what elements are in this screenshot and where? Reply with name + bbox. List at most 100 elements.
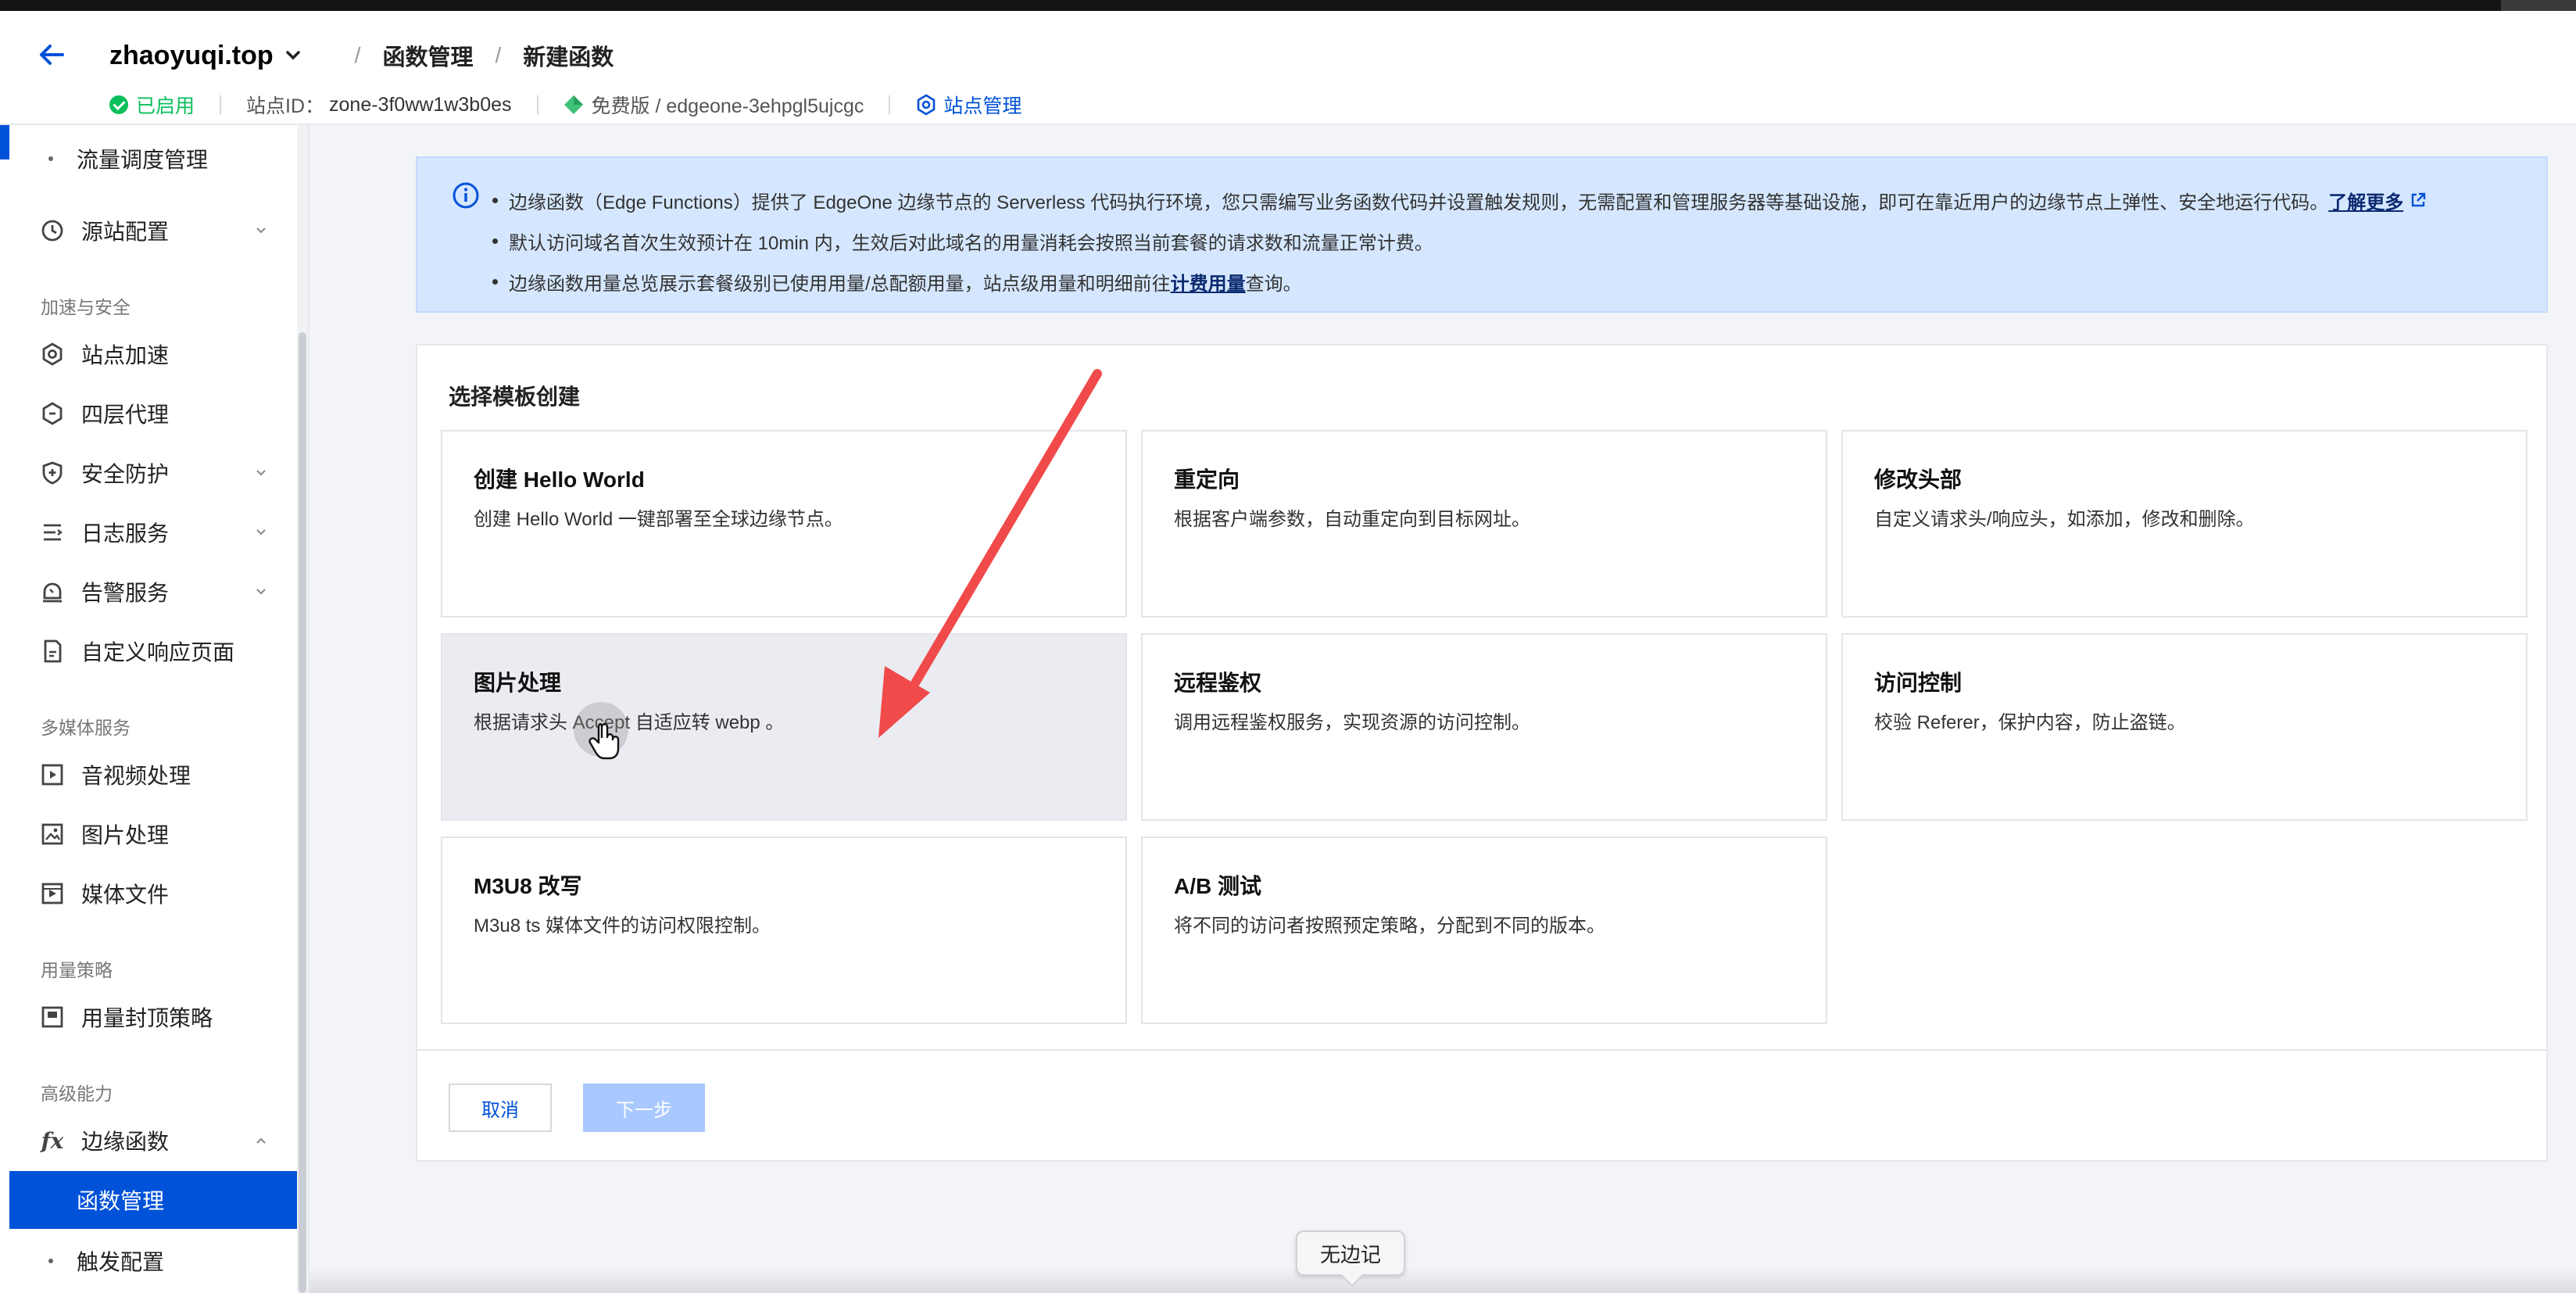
external-link-icon[interactable] xyxy=(2410,192,2427,209)
sidebar-item-usage-cap-policy[interactable]: 用量封顶策略 xyxy=(9,990,299,1044)
meta-divider xyxy=(220,95,222,114)
bullet-icon xyxy=(48,1259,53,1263)
sidebar-group-acceleration-security: 加速与安全 xyxy=(41,297,131,317)
sidebar-item-label: 日志服务 xyxy=(81,521,170,546)
footer-divider xyxy=(417,1049,2546,1051)
info-text: 默认访问域名首次生效预计在 10min 内，生效后对此域名的用量消耗会按照当前套… xyxy=(509,232,1433,254)
page-header: zhaoyuqi.top / 函数管理 / 新建函数 已启用 站点ID： zon… xyxy=(0,11,2576,125)
breadcrumb-separator: / xyxy=(354,43,361,67)
plan-diamond-icon xyxy=(564,95,583,114)
sidebar-group-usage-policy: 用量策略 xyxy=(41,960,113,980)
sidebar-item-function-manage[interactable]: 函数管理 xyxy=(9,1171,299,1229)
template-card-redirect[interactable]: 重定向 根据客户端参数，自动重定向到目标网址。 xyxy=(1141,430,1827,618)
sidebar-item-label: 函数管理 xyxy=(77,1189,165,1213)
template-title: 创建 Hello World xyxy=(474,467,645,492)
billing-usage-link[interactable]: 计费用量 xyxy=(1171,268,1246,295)
meta-divider xyxy=(889,95,891,114)
site-id-value: zone-3f0ww1w3b0es xyxy=(329,93,512,116)
status-badge: 已启用 xyxy=(109,91,195,119)
info-text: 查询。 xyxy=(1245,273,1302,295)
template-title: 重定向 xyxy=(1174,467,1240,492)
plan-text: 免费版 / edgeone-3ehpgl5ujcgc xyxy=(591,95,864,117)
chevron-up-icon xyxy=(256,1137,266,1144)
template-title: 图片处理 xyxy=(474,671,562,695)
breadcrumb-new-function: 新建函数 xyxy=(523,45,614,70)
learn-more-link[interactable]: 了解更多 xyxy=(2328,187,2403,214)
sidebar-item-av-processing[interactable]: 音视频处理 xyxy=(9,747,299,802)
breadcrumb: zhaoyuqi.top / 函数管理 / 新建函数 xyxy=(109,28,614,83)
template-desc: 自定义请求头/响应头，如添加，修改和删除。 xyxy=(1874,509,2255,530)
info-line: 边缘函数用量总览展示套餐级别已使用用量/总配额用量，站点级用量和明细前往 计费用… xyxy=(492,261,2427,302)
site-meta: 已启用 站点ID： zone-3f0ww1w3b0es 免费版 / edgeon… xyxy=(109,83,1021,127)
function-icon: fx xyxy=(39,1127,66,1154)
sidebar-item-label: 触发配置 xyxy=(77,1250,165,1274)
bullet-icon xyxy=(48,156,53,161)
sidebar-item-log-service[interactable]: 日志服务 xyxy=(9,505,299,560)
sidebar-item-edge-functions[interactable]: fx 边缘函数 xyxy=(9,1113,299,1168)
bullet-icon xyxy=(492,238,498,244)
bullet-icon xyxy=(492,278,498,285)
info-text: 边缘函数用量总览展示套餐级别已使用用量/总配额用量，站点级用量和明细前往 xyxy=(509,273,1171,295)
cancel-button[interactable]: 取消 xyxy=(449,1083,552,1132)
site-id-label: 站点ID： xyxy=(246,95,325,117)
chevron-down-icon xyxy=(256,470,266,476)
sidebar-item-trigger-config[interactable]: 触发配置 xyxy=(9,1234,299,1288)
media-file-icon xyxy=(39,880,66,907)
sidebar-item-media-files[interactable]: 媒体文件 xyxy=(9,866,299,921)
template-desc: 将不同的访问者按照预定策略，分配到不同的版本。 xyxy=(1174,915,1605,937)
sidebar-item-security[interactable]: 安全防护 xyxy=(9,446,299,500)
sidebar-item-label: 边缘函数 xyxy=(81,1130,170,1154)
gear-icon xyxy=(918,94,936,116)
back-arrow-icon[interactable] xyxy=(36,39,67,70)
sidebar-item-label: 站点加速 xyxy=(81,343,170,367)
acceleration-icon xyxy=(39,341,66,367)
sidebar-item-site-acceleration[interactable]: 站点加速 xyxy=(9,327,299,381)
meta-divider xyxy=(536,95,538,114)
template-title: 远程鉴权 xyxy=(1174,671,1262,695)
chevron-down-icon[interactable] xyxy=(284,47,302,64)
next-step-button[interactable]: 下一步 xyxy=(583,1083,705,1132)
proxy-shield-icon xyxy=(39,400,66,427)
sidebar-item-label: 四层代理 xyxy=(81,403,170,427)
template-card-remote-auth[interactable]: 远程鉴权 调用远程鉴权服务，实现资源的访问控制。 xyxy=(1141,633,1827,821)
template-desc: 根据请求头 Accept 自适应转 webp 。 xyxy=(474,712,785,733)
template-card-hello-world[interactable]: 创建 Hello World 创建 Hello World 一键部署至全球边缘节… xyxy=(441,430,1127,618)
check-circle-icon xyxy=(109,95,128,114)
template-desc: 根据客户端参数，自动重定向到目标网址。 xyxy=(1174,509,1530,530)
sidebar-item-custom-response[interactable]: 自定义响应页面 xyxy=(9,624,299,679)
sidebar-item-label: 用量封顶策略 xyxy=(81,1006,213,1030)
template-card-modify-headers[interactable]: 修改头部 自定义请求头/响应头，如添加，修改和删除。 xyxy=(1841,430,2528,618)
template-card-access-control[interactable]: 访问控制 校验 Referer，保护内容，防止盗链。 xyxy=(1841,633,2528,821)
site-manage-link[interactable]: 站点管理 xyxy=(915,91,1021,119)
template-card-ab-test[interactable]: A/B 测试 将不同的访问者按照预定策略，分配到不同的版本。 xyxy=(1141,836,1827,1024)
shield-icon xyxy=(39,460,66,486)
chevron-down-icon xyxy=(256,589,266,595)
sidebar-scrollbar-thumb[interactable] xyxy=(299,332,306,1293)
template-desc: 校验 Referer，保护内容，防止盗链。 xyxy=(1874,712,2186,733)
sidebar-item-label: 媒体文件 xyxy=(81,883,170,907)
sidebar-item-traffic-scheduling[interactable]: 流量调度管理 xyxy=(9,131,299,186)
template-card-m3u8-rewrite[interactable]: M3U8 改写 M3u8 ts 媒体文件的访问权限控制。 xyxy=(441,836,1127,1024)
sidebar-group-multimedia: 多媒体服务 xyxy=(41,718,131,738)
history-icon xyxy=(39,217,66,244)
sidebar-edge-marker xyxy=(0,125,9,159)
sidebar-item-image-processing[interactable]: 图片处理 xyxy=(9,807,299,861)
sidebar-item-label: 流量调度管理 xyxy=(77,148,209,172)
bottom-edge-shadow xyxy=(309,1266,2576,1293)
site-selector[interactable]: zhaoyuqi.top xyxy=(109,41,274,71)
template-card-image-processing[interactable]: 图片处理 根据请求头 Accept 自适应转 webp 。 xyxy=(441,633,1127,821)
image-icon xyxy=(39,821,66,847)
sidebar-item-alert-service[interactable]: 告警服务 xyxy=(9,564,299,619)
chevron-down-icon xyxy=(256,529,266,535)
chevron-down-icon xyxy=(256,227,266,234)
template-title: A/B 测试 xyxy=(1174,874,1262,898)
info-icon xyxy=(453,182,479,209)
info-line: 默认访问域名首次生效预计在 10min 内，生效后对此域名的用量消耗会按照当前套… xyxy=(492,220,2427,261)
template-desc: 创建 Hello World 一键部署至全球边缘节点。 xyxy=(474,509,843,530)
sidebar-item-origin-config[interactable]: 源站配置 xyxy=(9,203,299,258)
bullet-icon xyxy=(492,197,498,203)
log-list-icon xyxy=(39,519,66,546)
sidebar-item-l4-proxy[interactable]: 四层代理 xyxy=(9,386,299,441)
breadcrumb-function-manage[interactable]: 函数管理 xyxy=(382,39,473,72)
info-text: 边缘函数（Edge Functions）提供了 EdgeOne 边缘节点的 Se… xyxy=(509,192,2329,213)
